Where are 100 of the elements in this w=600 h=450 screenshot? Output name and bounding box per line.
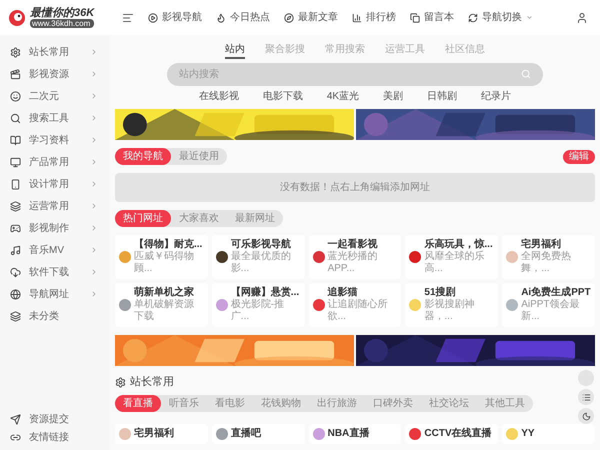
quick-link[interactable]: 4K蓝光 [326, 90, 360, 103]
smile-icon [10, 90, 21, 102]
cloud-download-icon [10, 266, 21, 278]
refresh-icon [468, 12, 478, 22]
nav-link[interactable]: 排行榜 [352, 10, 396, 25]
send-icon [10, 414, 21, 424]
site-card[interactable]: 宅男福利 全网免费热舞，... [502, 235, 595, 279]
site-title: 一起看影视 [328, 239, 379, 250]
tab[interactable]: 出行旅游 [309, 394, 365, 412]
phone-icon [10, 178, 21, 190]
tab[interactable]: 其他工具 [477, 394, 533, 412]
nav-link[interactable]: 留言本 [410, 10, 454, 25]
quick-link[interactable]: 日韩剧 [427, 90, 458, 103]
theme-button[interactable] [578, 408, 594, 424]
site-title: 【网赚】悬赏... [230, 287, 300, 298]
site-card[interactable]: 51搜剧 影视搜剧神器，... [405, 283, 498, 327]
nav-link[interactable]: 今日热点 [216, 10, 270, 25]
bar-chart-icon [352, 12, 362, 22]
play-icon [148, 12, 158, 22]
chevron-icon [90, 246, 98, 254]
tab[interactable]: 看直播 [115, 394, 161, 412]
nav-link[interactable]: 最新文章 [284, 10, 338, 25]
chevron-icon [90, 136, 98, 144]
tab[interactable]: 看电影 [207, 394, 253, 412]
sidebar-link[interactable]: 友情链接 [0, 428, 110, 446]
search-field[interactable]: 站内搜索 [167, 63, 543, 86]
gamepad-icon [10, 222, 21, 234]
chevron-icon [90, 202, 98, 210]
sidebar-link[interactable]: 资源提交 [0, 410, 110, 428]
nav-link[interactable]: 影视导航 [148, 10, 202, 25]
tab[interactable]: 热门网址 [115, 210, 171, 227]
site-title: 追影猫 [328, 287, 359, 298]
list-button[interactable] [578, 389, 594, 405]
logo[interactable]: 最懂你的36K www.36kdh.com [0, 0, 110, 35]
edit-button[interactable]: 编辑 [563, 150, 595, 164]
music-icon [10, 244, 21, 256]
site-card[interactable]: 追影猫 让追剧随心所欲... [308, 283, 402, 327]
logo-title: 最懂你的36K [30, 7, 94, 19]
tab[interactable]: 最新网址 [227, 210, 283, 227]
site-card[interactable]: YY [502, 424, 595, 444]
chevron-icon [90, 48, 98, 56]
quick-link[interactable]: 在线影视 [198, 90, 239, 103]
site-description: 风靡全球的乐高... [424, 251, 486, 275]
tab[interactable]: 大家喜欢 [171, 210, 227, 227]
sidebar-item[interactable]: 音乐MV [0, 239, 110, 261]
site-logo-icon [312, 251, 325, 263]
quick-link[interactable]: 电影下载 [262, 90, 303, 103]
site-card[interactable]: 宅男福利 [115, 424, 208, 444]
site-card[interactable]: CCTV在线直播 [405, 424, 498, 444]
site-logo-icon [506, 428, 518, 440]
site-description: 全网免费热舞，... [521, 251, 572, 275]
sidebar-item[interactable]: 运营常用 [0, 195, 110, 217]
sidebar-item[interactable]: 导航网址 [0, 283, 110, 305]
site-card[interactable]: 【网赚】悬赏... 极光影院-推广... [212, 283, 305, 327]
search-icon [10, 112, 21, 124]
user-icon[interactable] [576, 12, 588, 24]
sidebar-item[interactable]: 影视制作 [0, 217, 110, 239]
site-logo-icon [119, 251, 131, 263]
sidebar-item[interactable]: 产品常用 [0, 151, 110, 173]
nav-link[interactable]: 导航切换 [468, 10, 533, 25]
site-logo-icon [119, 299, 131, 311]
tab[interactable]: 花钱购物 [253, 394, 309, 412]
moon-icon [582, 412, 590, 420]
sidebar-item[interactable]: 影视资源 [0, 63, 110, 85]
site-logo-icon [409, 299, 422, 311]
site-logo-icon [409, 428, 422, 440]
site-card[interactable]: 可乐影视导航 最全最优质的影... [212, 235, 305, 279]
site-card[interactable]: 一起看影视 蓝光秒播的APP... [308, 235, 402, 279]
site-title: CCTV在线直播 [424, 428, 493, 440]
copy-icon [410, 12, 420, 22]
site-card[interactable]: Ai免费生成PPT AiPPT领会最新... [502, 283, 595, 327]
menu-icon[interactable] [122, 12, 134, 24]
search-tab[interactable]: 站内 [225, 43, 245, 59]
sidebar-item[interactable]: 未分类 [0, 305, 110, 327]
site-card[interactable]: NBA直播 [308, 424, 402, 444]
clapperboard-icon [10, 68, 21, 80]
chevron-icon [90, 224, 98, 232]
quick-link[interactable]: 纪录片 [481, 90, 512, 103]
site-card[interactable]: 直播吧 [212, 424, 305, 444]
site-card[interactable]: 【得物】耐克... 匹威￥码得物顾... [115, 235, 208, 279]
site-card[interactable]: 乐高玩具，惊... 风靡全球的乐高... [405, 235, 498, 279]
bird-logo-icon [8, 8, 26, 26]
flame-icon [216, 12, 226, 22]
tab[interactable]: 我的导航 [115, 148, 171, 165]
site-logo-icon [312, 428, 325, 440]
site-description: AiPPT领会最新... [521, 299, 581, 323]
layers-icon [10, 200, 21, 212]
site-logo-icon [216, 299, 228, 311]
sidebar-item[interactable]: 二次元 [0, 85, 110, 107]
sidebar-item[interactable]: 设计常用 [0, 173, 110, 195]
gear-icon [10, 46, 21, 58]
sidebar-item[interactable]: 搜索工具 [0, 107, 110, 129]
quick-link[interactable]: 美剧 [383, 90, 404, 103]
sidebar-item[interactable]: 站长常用 [0, 41, 110, 63]
sidebar-item[interactable]: 软件下载 [0, 261, 110, 283]
site-logo-icon [216, 428, 228, 440]
book-icon [10, 134, 21, 146]
site-card[interactable]: 萌新单机之家 单机破解资源下载 [115, 283, 208, 327]
empty-message: 没有数据！点右上角编辑添加网址 [115, 173, 595, 202]
sidebar-item[interactable]: 学习资料 [0, 129, 110, 151]
